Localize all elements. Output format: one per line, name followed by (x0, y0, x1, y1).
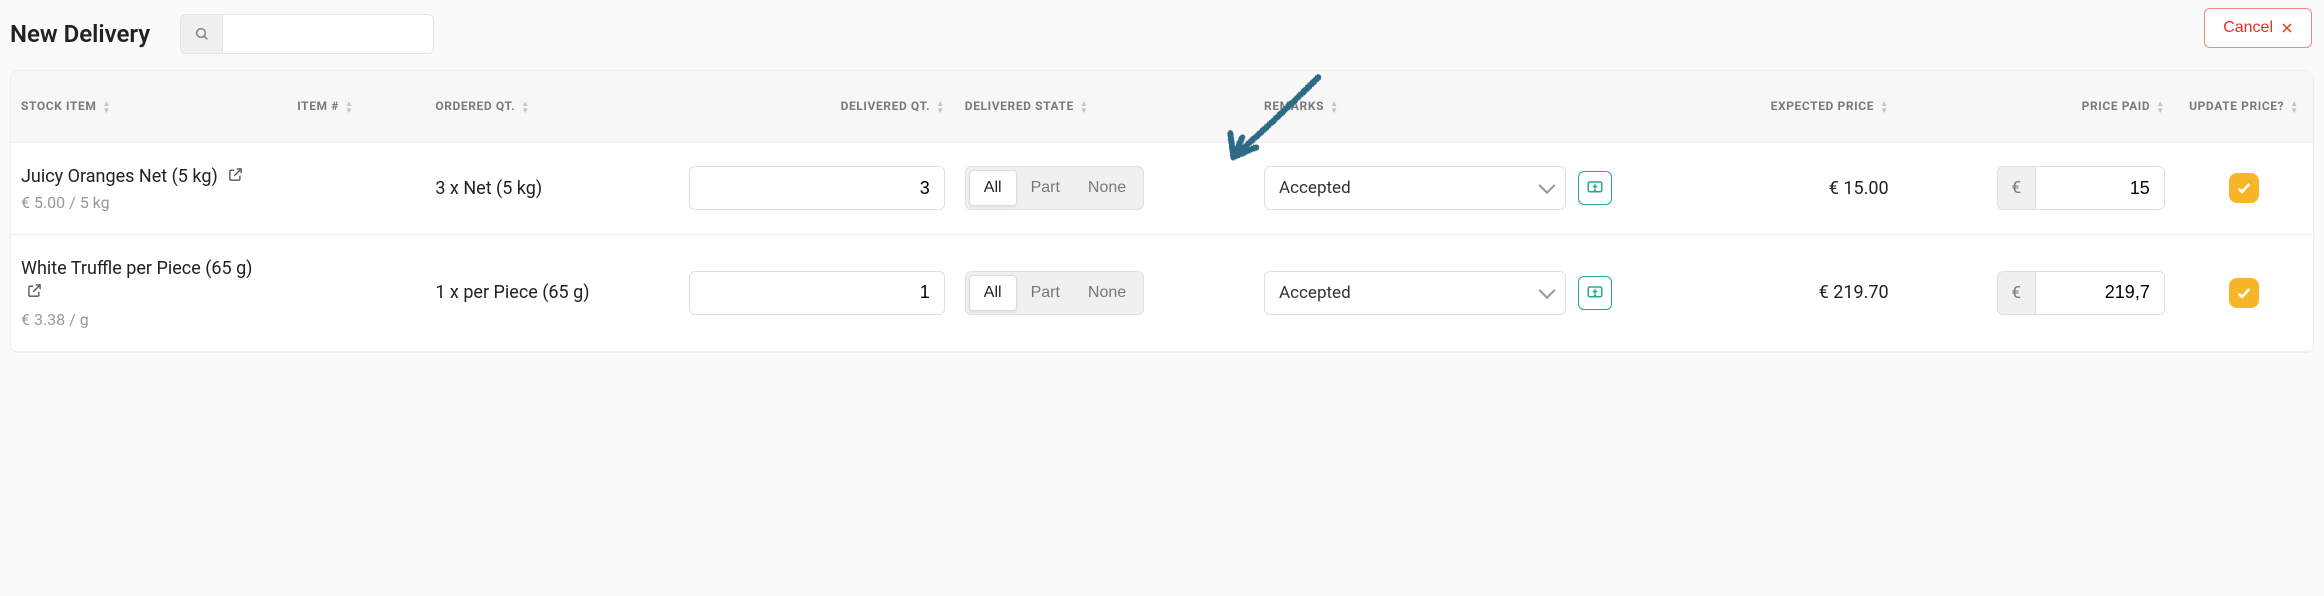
state-all-button[interactable]: All (969, 275, 1017, 311)
delivered-state-toggle[interactable]: All Part None (965, 271, 1144, 315)
table-row: Juicy Oranges Net (5 kg) € 5.00 / 5 kg 3 (11, 142, 2313, 234)
expected-price: € 219.70 (1632, 282, 1888, 303)
currency-prefix: € (1997, 271, 2035, 315)
state-part-button[interactable]: Part (1017, 275, 1074, 311)
sort-icon: ▲▼ (1080, 100, 1089, 114)
stock-item-name: White Truffle per Piece (65 g) (21, 257, 277, 306)
add-remark-button[interactable] (1578, 276, 1612, 310)
update-price-toggle[interactable] (2229, 278, 2259, 308)
check-icon (2236, 285, 2252, 301)
state-none-button[interactable]: None (1074, 170, 1140, 206)
message-plus-icon (1586, 179, 1604, 197)
state-all-button[interactable]: All (969, 170, 1017, 206)
external-link-icon[interactable] (228, 166, 243, 187)
col-delivered-qt[interactable]: DELIVERED QT.▲▼ (679, 71, 955, 142)
remarks-selected: Accepted (1279, 178, 1351, 198)
col-delivered-state[interactable]: DELIVERED STATE▲▼ (955, 71, 1254, 142)
col-ordered-qt[interactable]: ORDERED QT.▲▼ (425, 71, 678, 142)
sort-icon: ▲▼ (345, 100, 354, 114)
col-update-price[interactable]: UPDATE PRICE?▲▼ (2175, 71, 2313, 142)
search-input[interactable] (223, 15, 433, 53)
check-icon (2236, 180, 2252, 196)
remarks-selected: Accepted (1279, 283, 1351, 303)
sort-icon: ▲▼ (1880, 100, 1889, 114)
state-none-button[interactable]: None (1074, 275, 1140, 311)
cancel-button[interactable]: Cancel (2204, 8, 2312, 48)
cancel-label: Cancel (2223, 19, 2273, 37)
ordered-qt: 1 x per Piece (65 g) (435, 282, 668, 303)
ordered-qt: 3 x Net (5 kg) (435, 178, 668, 199)
sort-icon: ▲▼ (936, 100, 945, 114)
update-price-toggle[interactable] (2229, 173, 2259, 203)
delivered-qt-input[interactable] (689, 271, 945, 315)
table-row: White Truffle per Piece (65 g) € 3.38 / … (11, 235, 2313, 352)
close-icon (2281, 22, 2293, 34)
stock-item-price-unit: € 3.38 / g (21, 310, 277, 329)
sort-icon: ▲▼ (2156, 100, 2165, 114)
col-expected-price[interactable]: EXPECTED PRICE▲▼ (1622, 71, 1898, 142)
expected-price: € 15.00 (1632, 178, 1888, 199)
col-item-no[interactable]: ITEM #▲▼ (287, 71, 425, 142)
message-plus-icon (1586, 284, 1604, 302)
col-remarks[interactable]: REMARKS▲▼ (1254, 71, 1622, 142)
remarks-select[interactable]: Accepted (1264, 271, 1566, 315)
page-title: New Delivery (10, 20, 150, 48)
delivered-qt-input[interactable] (689, 166, 945, 210)
col-price-paid[interactable]: PRICE PAID▲▼ (1899, 71, 2175, 142)
add-remark-button[interactable] (1578, 171, 1612, 205)
col-stock-item[interactable]: STOCK ITEM▲▼ (11, 71, 287, 142)
price-paid-input[interactable] (2035, 271, 2165, 315)
sort-icon: ▲▼ (1330, 100, 1339, 114)
search-icon (181, 15, 223, 53)
stock-item-name: Juicy Oranges Net (5 kg) (21, 165, 277, 189)
stock-item-price-unit: € 5.00 / 5 kg (21, 193, 277, 212)
sort-icon: ▲▼ (2290, 100, 2299, 114)
delivery-table: STOCK ITEM▲▼ ITEM #▲▼ ORDERED QT.▲▼ DELI… (10, 70, 2314, 353)
external-link-icon[interactable] (27, 282, 42, 303)
remarks-select[interactable]: Accepted (1264, 166, 1566, 210)
currency-prefix: € (1997, 166, 2035, 210)
price-paid-input[interactable] (2035, 166, 2165, 210)
sort-icon: ▲▼ (521, 100, 530, 114)
search-box[interactable] (180, 14, 434, 54)
item-number (287, 235, 425, 352)
delivered-state-toggle[interactable]: All Part None (965, 166, 1144, 210)
state-part-button[interactable]: Part (1017, 170, 1074, 206)
sort-icon: ▲▼ (102, 100, 111, 114)
item-number (287, 142, 425, 234)
